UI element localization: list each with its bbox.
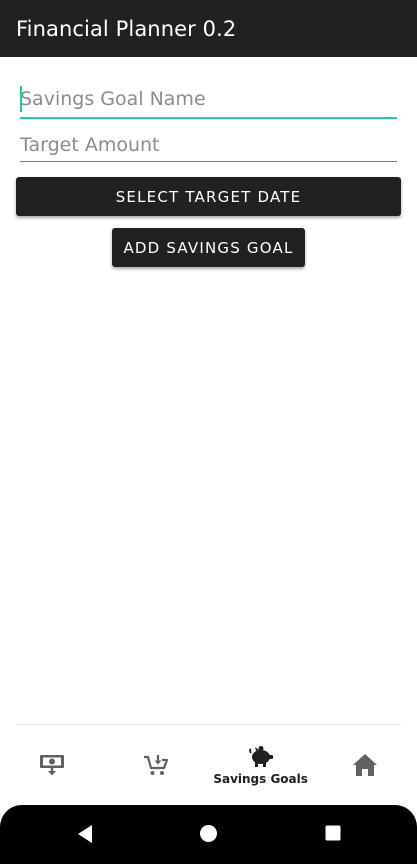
nav-item-savings-goals[interactable]: Savings Goals bbox=[209, 725, 313, 805]
nav-item-home[interactable] bbox=[313, 725, 417, 805]
recents-icon[interactable] bbox=[325, 825, 341, 841]
target-amount-placeholder: Target Amount bbox=[20, 134, 160, 156]
home-icon bbox=[352, 754, 377, 776]
piggy-bank-icon bbox=[248, 745, 273, 767]
home-circle-icon[interactable] bbox=[199, 824, 218, 843]
nav-label-savings-goals: Savings Goals bbox=[213, 771, 308, 786]
money-icon bbox=[40, 755, 65, 776]
target-amount-input[interactable]: Target Amount bbox=[20, 129, 397, 162]
savings-goal-name-placeholder: Savings Goal Name bbox=[20, 88, 206, 110]
cart-icon bbox=[144, 755, 169, 775]
savings-goal-name-input[interactable]: Savings Goal Name bbox=[20, 81, 397, 119]
app-title: Financial Planner 0.2 bbox=[16, 16, 237, 41]
app-bar: Financial Planner 0.2 bbox=[0, 0, 417, 57]
select-target-date-button[interactable]: SELECT TARGET DATE bbox=[16, 177, 401, 216]
bottom-navigation: Savings Goals bbox=[0, 725, 417, 805]
back-icon[interactable] bbox=[76, 824, 94, 844]
text-cursor bbox=[20, 86, 22, 112]
add-savings-goal-button[interactable]: ADD SAVINGS GOAL bbox=[112, 228, 305, 267]
nav-item-expenses[interactable] bbox=[104, 725, 208, 805]
nav-item-income[interactable] bbox=[0, 725, 104, 805]
system-navigation-bar bbox=[0, 805, 417, 864]
